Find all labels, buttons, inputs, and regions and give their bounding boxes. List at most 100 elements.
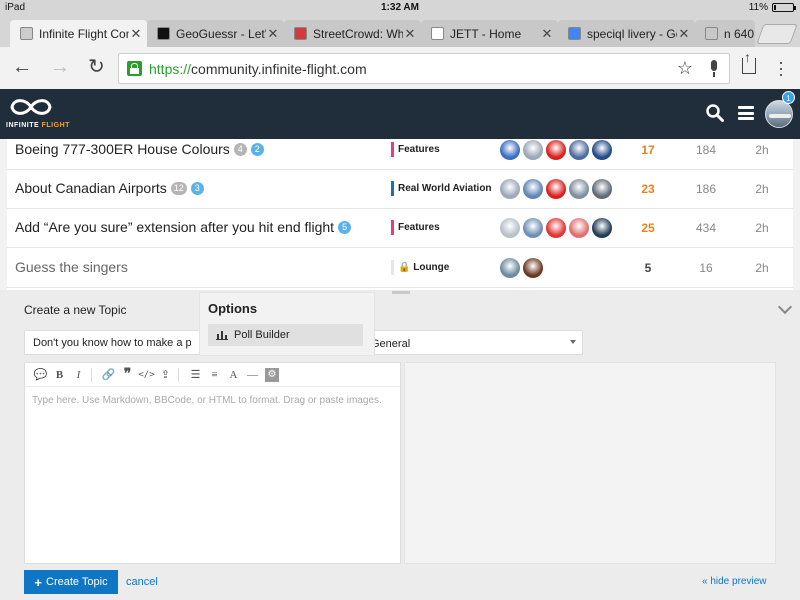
poster-avatar[interactable]	[592, 140, 612, 160]
activity-time[interactable]: 2h	[742, 143, 782, 157]
category-select[interactable]: General	[364, 330, 583, 355]
poster-avatar[interactable]	[523, 218, 543, 238]
tab-title: JETT - Home	[450, 26, 522, 41]
new-posts-badge[interactable]: 3	[190, 181, 204, 195]
address-bar[interactable]: https://community.infinite-flight.com ☆	[118, 53, 730, 84]
unread-count-badge[interactable]: 12	[170, 181, 187, 195]
views-count: 434	[695, 221, 717, 235]
site-logo[interactable]: INFINITE FLIGHT	[6, 95, 69, 135]
favicon-icon	[431, 27, 444, 40]
poster-avatar[interactable]	[523, 140, 543, 160]
poster-avatar[interactable]	[500, 140, 520, 160]
category-label: Real World Aviation	[398, 183, 492, 194]
replies-count[interactable]: 17	[628, 143, 668, 157]
close-tab-icon[interactable]: ✕	[403, 26, 417, 42]
category-color-bar	[391, 220, 394, 235]
code-icon[interactable]: </>	[137, 366, 156, 384]
forward-icon[interactable]: →	[50, 56, 70, 78]
topic-title-link[interactable]: Guess the singers	[15, 259, 128, 275]
poll-builder-label: Poll Builder	[234, 329, 290, 341]
poster-avatars	[500, 179, 612, 199]
numbered-list-icon[interactable]: ≡	[205, 366, 224, 384]
category-badge[interactable]: 🔒 Lounge	[391, 260, 449, 275]
topic-title-link[interactable]: Boeing 777-300ER House Colours 4 2	[15, 141, 264, 157]
heading-icon[interactable]: A	[224, 366, 243, 384]
poster-avatar[interactable]	[569, 218, 589, 238]
microphone-icon[interactable]	[709, 60, 719, 77]
poster-avatar[interactable]	[569, 179, 589, 199]
activity-time[interactable]: 2h	[742, 221, 782, 235]
poster-avatar[interactable]	[546, 179, 566, 199]
views-count: 16	[699, 261, 713, 275]
close-tab-icon[interactable]: ✕	[129, 26, 143, 42]
quote-bubble-icon[interactable]: 💬	[31, 366, 50, 384]
composer-resize-grip[interactable]	[392, 291, 410, 294]
poster-avatar[interactable]	[592, 218, 612, 238]
more-menu-icon[interactable]: · · ·	[778, 53, 784, 83]
poster-avatar[interactable]	[592, 179, 612, 199]
poll-builder-item[interactable]: Poll Builder	[208, 324, 363, 346]
unread-count-badge[interactable]: 4	[233, 142, 247, 156]
new-posts-badge[interactable]: 2	[250, 142, 264, 156]
close-tab-icon[interactable]: ✕	[540, 26, 554, 42]
search-icon[interactable]	[706, 104, 724, 122]
topic-title-link[interactable]: Add “Are you sure” extension after you h…	[15, 219, 352, 235]
horizontal-rule-icon[interactable]: —	[243, 366, 262, 384]
poster-avatar[interactable]	[523, 258, 543, 278]
topic-title-text: Add “Are you sure” extension after you h…	[15, 219, 335, 235]
blockquote-icon[interactable]: ❞	[118, 366, 137, 384]
browser-tab[interactable]: StreetCrowd: Whe ✕	[284, 20, 421, 47]
clock: 1:32 AM	[381, 2, 419, 13]
activity-time[interactable]: 2h	[742, 261, 782, 275]
browser-tab[interactable]: n 640×	[695, 20, 755, 47]
activity-time[interactable]: 2h	[742, 182, 782, 196]
bullet-list-icon[interactable]: ☰	[186, 366, 205, 384]
poster-avatar[interactable]	[500, 218, 520, 238]
poster-avatar[interactable]	[546, 218, 566, 238]
replies-count[interactable]: 23	[628, 182, 668, 196]
share-icon[interactable]	[742, 49, 756, 74]
hamburger-menu-icon[interactable]	[738, 106, 754, 120]
infinity-logo-icon	[10, 99, 52, 115]
link-icon[interactable]: 🔗	[99, 366, 118, 384]
url-text: https://community.infinite-flight.com	[149, 61, 367, 77]
italic-icon[interactable]: I	[69, 366, 88, 384]
category-badge[interactable]: Real World Aviation	[391, 181, 492, 196]
browser-tab[interactable]: speciql livery - Go ✕	[558, 20, 695, 47]
topic-title-link[interactable]: About Canadian Airports 12 3	[15, 180, 204, 196]
cancel-link[interactable]: cancel	[126, 576, 158, 588]
poster-avatar[interactable]	[523, 179, 543, 199]
browser-tab[interactable]: JETT - Home ✕	[421, 20, 558, 47]
new-posts-badge[interactable]: 5	[338, 220, 352, 234]
poster-avatar[interactable]	[500, 179, 520, 199]
poster-avatar[interactable]	[500, 258, 520, 278]
poster-avatar[interactable]	[546, 140, 566, 160]
bookmark-star-icon[interactable]: ☆	[677, 58, 693, 79]
upload-icon[interactable]: ⇪	[156, 366, 175, 384]
notification-badge[interactable]: 1	[782, 91, 795, 104]
create-topic-button[interactable]: + Create Topic	[24, 570, 118, 594]
editor[interactable]: 💬 B I 🔗 ❞ </> ⇪ ☰ ≡ A — ⚙ Type here. Use…	[24, 362, 401, 564]
screen: iPad 1:32 AM 11% Infinite Flight Com ✕ Geo…	[0, 0, 800, 600]
browser-tab[interactable]: GeoGuessr - Let's ✕	[147, 20, 284, 47]
replies-count[interactable]: 5	[628, 261, 668, 275]
reload-icon[interactable]: ↻	[88, 56, 105, 78]
category-label: Features	[398, 144, 440, 155]
options-gear-icon[interactable]: ⚙	[265, 367, 279, 382]
category-badge[interactable]: Features	[391, 220, 440, 235]
poster-avatar[interactable]	[569, 140, 589, 160]
replies-count[interactable]: 25	[628, 221, 668, 235]
close-tab-icon[interactable]: ✕	[266, 26, 280, 42]
new-tab-button[interactable]	[756, 24, 798, 44]
status-bar: iPad 1:32 AM 11%	[0, 0, 800, 16]
topic-row: Add “Are you sure” extension after you h…	[7, 209, 793, 248]
topic-title-input[interactable]	[24, 330, 200, 355]
collapse-chevron-icon[interactable]	[777, 299, 793, 315]
views-count: 184	[695, 143, 717, 157]
bold-icon[interactable]: B	[50, 366, 69, 384]
back-icon[interactable]: ←	[12, 56, 32, 78]
browser-tab[interactable]: Infinite Flight Com ✕	[10, 20, 147, 47]
category-badge[interactable]: Features	[391, 142, 440, 157]
hide-preview-link[interactable]: « hide preview	[702, 576, 766, 587]
close-tab-icon[interactable]: ✕	[677, 26, 691, 42]
